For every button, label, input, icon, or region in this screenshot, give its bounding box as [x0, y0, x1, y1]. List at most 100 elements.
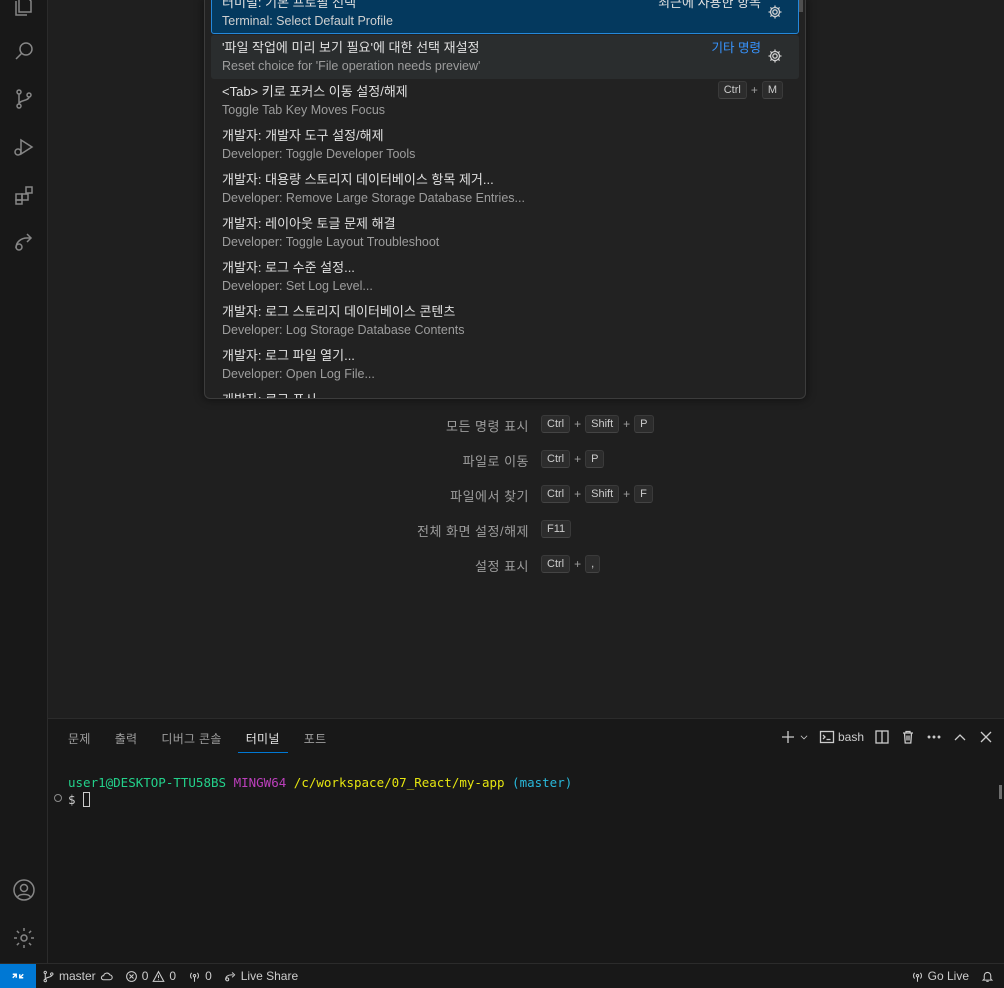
broadcast-icon	[912, 971, 922, 982]
ellipsis-icon	[927, 735, 941, 739]
key-cap: Ctrl	[717, 81, 747, 99]
manage-gear-icon[interactable]	[0, 914, 48, 962]
run-debug-icon[interactable]	[0, 123, 48, 171]
palette-item-subtitle: Developer: Log Storage Database Contents	[222, 323, 465, 337]
sync-cloud-icon	[100, 972, 113, 980]
palette-item-title: 개발자: 로그 파일 열기...	[222, 348, 355, 363]
shortcut-row: 모든 명령 표시 Ctrl + Shift + P	[48, 413, 1004, 435]
palette-item-subtitle: Developer: Toggle Developer Tools	[222, 147, 416, 161]
palette-item-title: 개발자: 로그 스토리지 데이터베이스 콘텐츠	[222, 304, 456, 319]
remote-indicator-button[interactable]	[0, 964, 36, 988]
source-control-icon[interactable]	[0, 75, 48, 123]
key-cap: Ctrl	[541, 415, 571, 433]
close-panel-button[interactable]	[978, 727, 994, 747]
key-cap: Ctrl	[541, 555, 571, 573]
palette-item[interactable]: 개발자: 대용량 스토리지 데이터베이스 항목 제거... Developer:…	[211, 167, 799, 211]
palette-item-title: '파일 작업에 미리 보기 필요'에 대한 선택 재설정	[222, 40, 480, 55]
keybinding: Ctrl + P	[541, 450, 605, 468]
error-count: 0	[141, 969, 149, 983]
terminal-env: MINGW64	[233, 775, 287, 790]
key-cap: F	[634, 485, 653, 503]
tab-ports[interactable]: 포트	[296, 727, 335, 753]
broadcast-icon	[190, 971, 200, 982]
tab-output[interactable]: 출력	[107, 727, 146, 753]
palette-item-title: 개발자: 대용량 스토리지 데이터베이스 항목 제거...	[222, 172, 494, 187]
key-cap: M	[761, 81, 783, 99]
panel-tabs: 문제 출력 디버그 콘솔 터미널 포트	[60, 727, 342, 753]
key-cap: Ctrl	[541, 450, 571, 468]
go-live-label: Go Live	[927, 969, 969, 983]
tab-debug-console[interactable]: 디버그 콘솔	[153, 727, 229, 753]
more-actions-button[interactable]	[926, 727, 942, 747]
palette-item-subtitle: Developer: Open Log File...	[222, 367, 375, 381]
terminal-shell-button[interactable]: bash	[819, 727, 864, 747]
command-palette: 터미널: 기본 프로필 선택 Terminal: Select Default …	[204, 0, 806, 399]
notifications-button[interactable]	[975, 964, 1004, 988]
palette-item[interactable]: 개발자: 로그 표시...	[211, 387, 799, 398]
key-plus: +	[574, 452, 582, 466]
palette-item-subtitle: Terminal: Select Default Profile	[222, 14, 393, 28]
key-plus: +	[623, 417, 631, 431]
branch-status[interactable]: master	[36, 964, 119, 988]
search-icon[interactable]	[0, 27, 48, 75]
shortcut-row: 파일에서 찾기 Ctrl + Shift + F	[48, 483, 1004, 505]
configure-keybinding-gear-icon[interactable]	[767, 4, 785, 22]
remote-explorer-icon[interactable]	[0, 218, 48, 266]
configure-keybinding-gear-icon[interactable]	[767, 48, 785, 66]
bell-icon	[981, 971, 994, 982]
shortcut-row: 파일로 이동 Ctrl + P	[48, 448, 1004, 470]
palette-item-toggle-tab-focus[interactable]: <Tab> 키로 포커스 이동 설정/해제 Toggle Tab Key Mov…	[211, 79, 799, 123]
trash-icon	[903, 730, 913, 744]
palette-item-title: 개발자: 개발자 도구 설정/해제	[222, 128, 384, 143]
palette-item[interactable]: 개발자: 로그 수준 설정... Developer: Set Log Leve…	[211, 255, 799, 299]
new-terminal-button[interactable]	[780, 727, 809, 747]
activity-bar	[0, 0, 48, 963]
plus-icon	[781, 731, 794, 743]
key-plus: +	[574, 487, 582, 501]
palette-item[interactable]: 개발자: 레이아웃 토글 문제 해결 Developer: Toggle Lay…	[211, 211, 799, 255]
go-live-button[interactable]: Go Live	[905, 964, 975, 988]
terminal-output[interactable]: user1@DESKTOP-TTU58BS MINGW64 /c/workspa…	[54, 774, 572, 808]
palette-item-title: 개발자: 레이아웃 토글 문제 해결	[222, 216, 396, 231]
shortcut-label: 모든 명령 표시	[446, 419, 529, 434]
palette-item-title: 개발자: 로그 표시...	[222, 389, 327, 398]
tab-terminal[interactable]: 터미널	[237, 727, 288, 753]
problems-status[interactable]: 0 0	[119, 964, 182, 988]
key-plus: +	[574, 417, 582, 431]
key-cap: P	[634, 415, 654, 433]
shortcut-row: 전체 화면 설정/해제 F11	[48, 518, 1004, 540]
keybinding: Ctrl + ,	[541, 555, 601, 573]
status-bar: master 0 0 0 Live Share Go Live	[0, 963, 1004, 988]
recently-used-label: 최근에 사용한 항목	[658, 0, 761, 10]
remote-icon	[12, 973, 24, 979]
command-decoration-icon[interactable]	[54, 794, 62, 802]
maximize-panel-button[interactable]	[952, 727, 968, 747]
terminal-branch: (master)	[512, 775, 573, 790]
accounts-icon[interactable]	[0, 866, 48, 914]
palette-item-select-default-profile[interactable]: 터미널: 기본 프로필 선택 Terminal: Select Default …	[211, 0, 799, 34]
split-terminal-button[interactable]	[874, 727, 890, 747]
git-branch-icon	[43, 970, 54, 982]
palette-item-title: 터미널: 기본 프로필 선택	[222, 0, 357, 10]
other-commands-link[interactable]: 기타 명령	[712, 37, 761, 56]
terminal-line: user1@DESKTOP-TTU58BS MINGW64 /c/workspa…	[68, 774, 572, 791]
palette-item-reset-preview-choice[interactable]: '파일 작업에 미리 보기 필요'에 대한 선택 재설정 Reset choic…	[211, 35, 799, 79]
keybinding: F11	[541, 520, 572, 538]
explorer-icon[interactable]	[0, 0, 48, 30]
kill-terminal-button[interactable]	[900, 727, 916, 747]
ports-status[interactable]: 0	[182, 964, 218, 988]
key-cap: Ctrl	[541, 485, 571, 503]
extensions-icon[interactable]	[0, 172, 48, 220]
shortcut-label: 파일에서 찾기	[450, 489, 529, 504]
warning-count: 0	[169, 969, 177, 983]
palette-item[interactable]: 개발자: 개발자 도구 설정/해제 Developer: Toggle Deve…	[211, 123, 799, 167]
live-share-button[interactable]: Live Share	[218, 964, 304, 988]
tab-problems[interactable]: 문제	[60, 727, 99, 753]
palette-item[interactable]: 개발자: 로그 스토리지 데이터베이스 콘텐츠 Developer: Log S…	[211, 299, 799, 343]
error-icon	[125, 970, 137, 982]
bottom-panel: 문제 출력 디버그 콘솔 터미널 포트 bash user1@DESKTOP-T…	[48, 718, 1004, 963]
live-share-icon	[224, 971, 236, 981]
terminal-icon	[819, 730, 835, 744]
palette-item[interactable]: 개발자: 로그 파일 열기... Developer: Open Log Fil…	[211, 343, 799, 387]
terminal-scrollbar[interactable]	[999, 785, 1002, 799]
